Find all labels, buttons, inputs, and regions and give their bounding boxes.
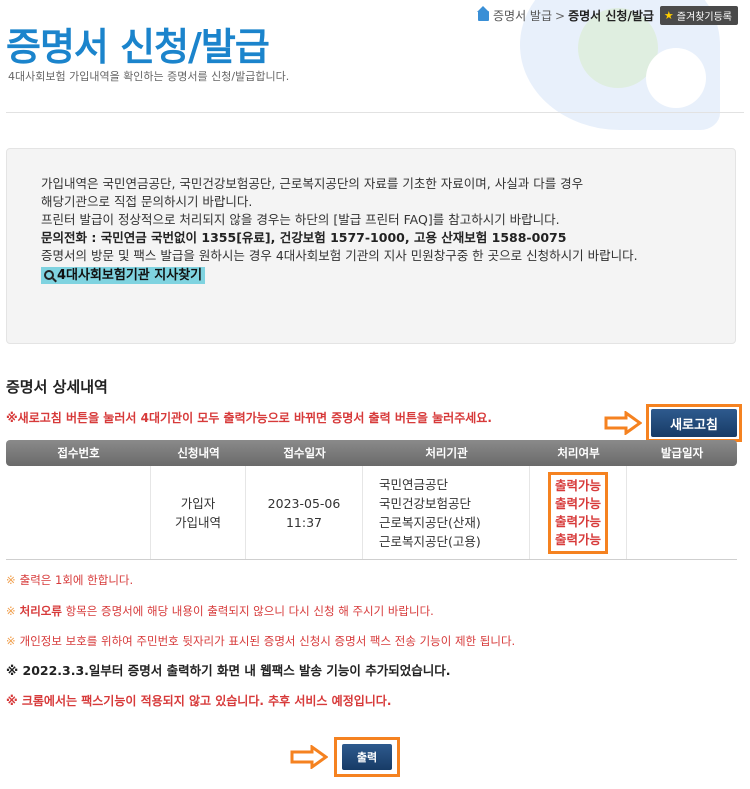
note-chrome: ※ 크롬에서는 팩스기능이 적용되지 않고 있습니다. 추후 서비스 예정입니다… xyxy=(6,694,392,708)
refresh-notice: ※새로고침 버튼을 눌러서 4대기관이 모두 출력가능으로 바뀌면 증명서 출력… xyxy=(6,411,492,425)
page-title: 증명서 신청/발급 xyxy=(6,25,270,69)
note: ※ 출력은 1회에 한합니다. xyxy=(6,572,133,588)
note-mark: ※ xyxy=(6,573,16,587)
note-text: 개인정보 보호를 위하여 주민번호 뒷자리가 표시된 증명서 신청시 증명서 팩… xyxy=(19,634,516,648)
breadcrumb: 증명서 발급 > 증명서 신청/발급 ★ 즐겨찾기등록 xyxy=(477,5,738,25)
decorative-shape xyxy=(646,48,706,108)
receipt-time: 11:37 xyxy=(285,514,323,530)
issue-date-cell xyxy=(627,466,737,559)
note-mark: ※ xyxy=(6,634,16,648)
agency-name: 근로복지공단(고용) xyxy=(379,533,481,549)
column-header: 접수번호 xyxy=(57,446,100,460)
home-icon[interactable] xyxy=(477,5,489,21)
status-badge: 출력가능 xyxy=(554,477,601,493)
agency-name: 국민건강보험공단 xyxy=(379,495,472,511)
status-badge: 출력가능 xyxy=(554,513,601,529)
note-fax-feature: ※ 2022.3.3.일부터 증명서 출력하기 화면 내 웹팩스 발송 기능이 … xyxy=(6,663,451,678)
branch-finder-link[interactable]: 4대사회보험기관 지사찾기 xyxy=(41,267,206,284)
star-icon: ★ xyxy=(663,9,674,22)
add-favorite-button[interactable]: ★ 즐겨찾기등록 xyxy=(659,6,738,25)
status-badge: 출력가능 xyxy=(554,495,601,511)
note-mark: ※ xyxy=(6,604,16,618)
divider xyxy=(6,112,744,113)
info-text: 가입내역은 국민연금공단, 국민건강보험공단, 근로복지공단의 자료를 기초한 … xyxy=(41,176,584,191)
breadcrumb-current: 증명서 신청/발급 xyxy=(568,9,654,23)
table-header: 접수번호 신청내역 접수일자 처리기관 처리여부 발급일자 xyxy=(6,440,737,466)
arrow-right-icon xyxy=(604,411,642,435)
add-favorite-label: 즐겨찾기등록 xyxy=(676,12,732,23)
print-button[interactable]: 출력 xyxy=(342,744,392,770)
info-box: 가입내역은 국민연금공단, 국민건강보험공단, 근로복지공단의 자료를 기초한 … xyxy=(6,148,736,344)
page-subtitle: 4대사회보험 가입내역을 확인하는 증명서를 신청/발급합니다. xyxy=(8,70,290,83)
column-header: 접수일자 xyxy=(283,446,326,460)
table-row: 가입자 가입내역 2023-05-06 11:37 국민연금공단 국민건강보험공… xyxy=(6,466,737,560)
date-cell: 2023-05-06 11:37 xyxy=(246,466,363,559)
refresh-button[interactable]: 새로고침 xyxy=(651,409,737,437)
branch-finder-label: 4대사회보험기관 지사찾기 xyxy=(57,268,203,283)
receipt-number-cell xyxy=(6,466,151,559)
column-header: 처리여부 xyxy=(557,446,600,460)
breadcrumb-home[interactable]: 증명서 발급 xyxy=(493,7,552,24)
breadcrumb-separator: > xyxy=(555,8,566,23)
column-header: 처리기관 xyxy=(425,446,468,460)
note-text: 항목은 증명서에 해당 내용이 출력되지 않으니 다시 신청 해 주시기 바랍니… xyxy=(61,604,434,618)
request-text: 가입자 xyxy=(180,495,216,511)
info-text: 해당기관으로 직접 문의하시기 바랍니다. xyxy=(41,194,253,209)
search-icon xyxy=(44,270,54,280)
note: ※ 개인정보 보호를 위하여 주민번호 뒷자리가 표시된 증명서 신청시 증명서 … xyxy=(6,633,515,649)
refresh-highlight: 새로고침 xyxy=(646,404,742,442)
note-text: 출력은 1회에 한합니다. xyxy=(19,573,134,587)
info-text: 증명서의 방문 및 팩스 발급을 원하시는 경우 4대사회보험 기관의 지사 민… xyxy=(41,248,638,263)
column-header: 발급일자 xyxy=(660,446,704,460)
status-badge: 출력가능 xyxy=(554,531,601,547)
note-emphasis: 처리오류 xyxy=(19,604,62,618)
agency-name: 근로복지공단(산재) xyxy=(379,514,481,530)
contact-phone: 문의전화 : 국민연금 국번없이 1355[유료], 건강보험 1577-100… xyxy=(41,230,567,245)
receipt-date: 2023-05-06 xyxy=(267,495,341,511)
request-text: 가입내역 xyxy=(174,514,221,530)
print-highlight: 출력 xyxy=(334,737,400,777)
column-header: 신청내역 xyxy=(177,446,220,460)
request-cell: 가입자 가입내역 xyxy=(151,466,246,559)
status-cell: 출력가능 출력가능 출력가능 출력가능 xyxy=(530,466,627,559)
status-highlight: 출력가능 출력가능 출력가능 출력가능 xyxy=(547,471,608,554)
note: ※ 처리오류 항목은 증명서에 해당 내용이 출력되지 않으니 다시 신청 해 주… xyxy=(6,603,434,619)
info-text: 프린터 발급이 정상적으로 처리되지 않을 경우는 하단의 [발급 프린터 FA… xyxy=(41,212,560,227)
agency-cell: 국민연금공단 국민건강보험공단 근로복지공단(산재) 근로복지공단(고용) xyxy=(363,466,530,559)
arrow-right-icon xyxy=(290,745,328,769)
section-title: 증명서 상세내역 xyxy=(6,378,108,396)
agency-name: 국민연금공단 xyxy=(379,476,449,492)
